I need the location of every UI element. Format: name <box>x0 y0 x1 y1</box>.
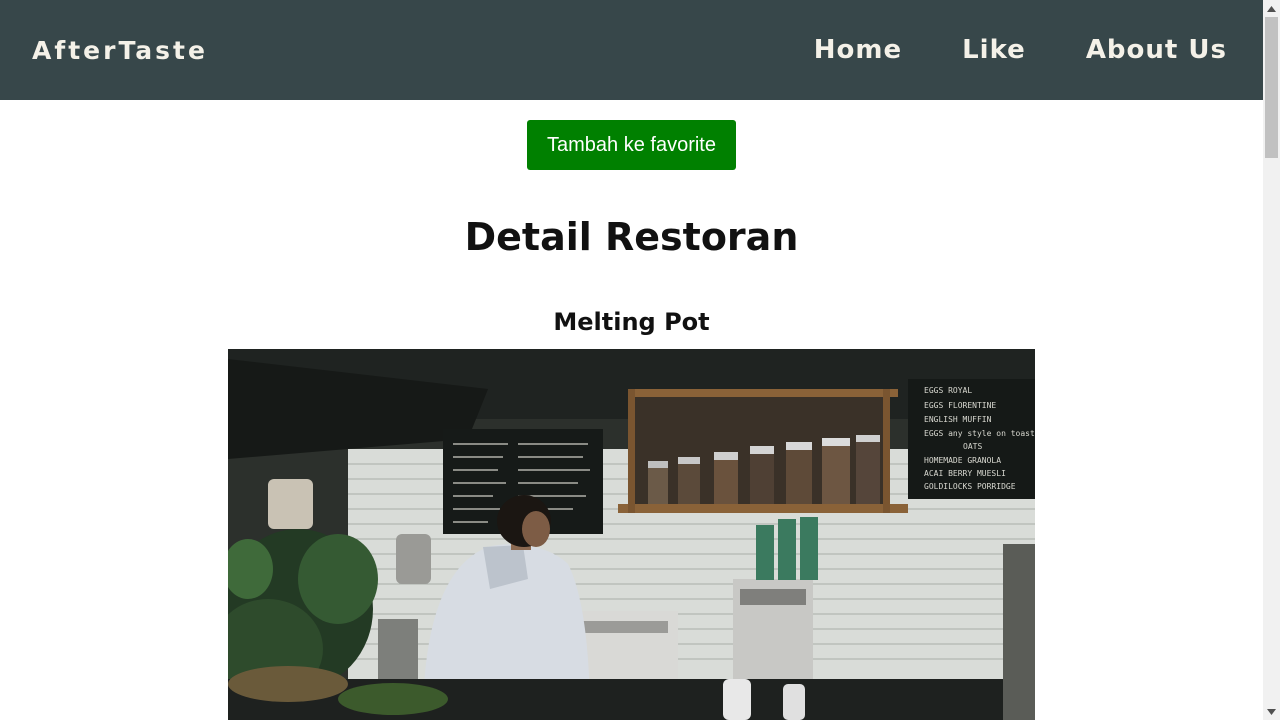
cup-stacks <box>756 517 818 580</box>
navbar: AfterTaste Home Like About Us <box>0 0 1263 100</box>
scrollbar-thumb[interactable] <box>1265 17 1278 158</box>
add-to-favorite-button[interactable]: Tambah ke favorite <box>527 120 736 170</box>
milk-bottle <box>723 679 751 720</box>
scroll-up-icon[interactable] <box>1263 0 1280 17</box>
right-machine <box>1003 544 1035 720</box>
grinder-base <box>378 619 418 679</box>
shelf-top <box>628 389 898 397</box>
favorite-button-container: Tambah ke favorite <box>0 120 1263 170</box>
menu-board-line-8: GOLDILOCKS PORRIDGE <box>924 482 1016 491</box>
nav-home-link[interactable]: Home <box>814 35 902 65</box>
menu-board-line-5: OATS <box>963 442 982 451</box>
menu-board-line-1: EGGS ROYAL <box>924 386 972 395</box>
page-viewport: AfterTaste Home Like About Us Tambah ke … <box>0 0 1263 720</box>
menu-board-line-3: ENGLISH MUFFIN <box>924 415 992 424</box>
shelf-side-left <box>628 389 635 513</box>
restaurant-photo: EGGS ROYAL EGGS FLORENTINE ENGLISH MUFFI… <box>228 349 1035 720</box>
page-title: Detail Restoran <box>464 215 799 259</box>
chalkboard-right <box>908 379 1035 499</box>
menu-board-line-2: EGGS FLORENTINE <box>924 401 996 410</box>
pastries <box>228 666 348 702</box>
grinder <box>396 534 431 584</box>
brand-logo[interactable]: AfterTaste <box>32 36 208 65</box>
restaurant-name: Melting Pot <box>553 308 710 336</box>
restaurant-photo-drawing: EGGS ROYAL EGGS FLORENTINE ENGLISH MUFFI… <box>228 349 1035 720</box>
nav-like-link[interactable]: Like <box>962 35 1026 65</box>
pendant-lamp <box>268 479 313 529</box>
shelf-side-right <box>883 389 890 513</box>
salad-bowl <box>338 683 448 715</box>
scroll-down-icon[interactable] <box>1263 703 1280 720</box>
browser-page: AfterTaste Home Like About Us Tambah ke … <box>0 0 1280 720</box>
menu-board-line-4: EGGS any style on toast <box>924 429 1035 438</box>
menu-board-line-7: ACAI BERRY MUESLI <box>924 469 1006 478</box>
nav-menu: Home Like About Us <box>814 35 1227 65</box>
vertical-scrollbar[interactable] <box>1263 0 1280 720</box>
menu-board-line-6: HOMEMADE GRANOLA <box>924 456 1001 465</box>
milk-bottle-2 <box>783 684 805 720</box>
nav-about-us-link[interactable]: About Us <box>1086 35 1227 65</box>
shelf-bottom <box>618 504 908 513</box>
